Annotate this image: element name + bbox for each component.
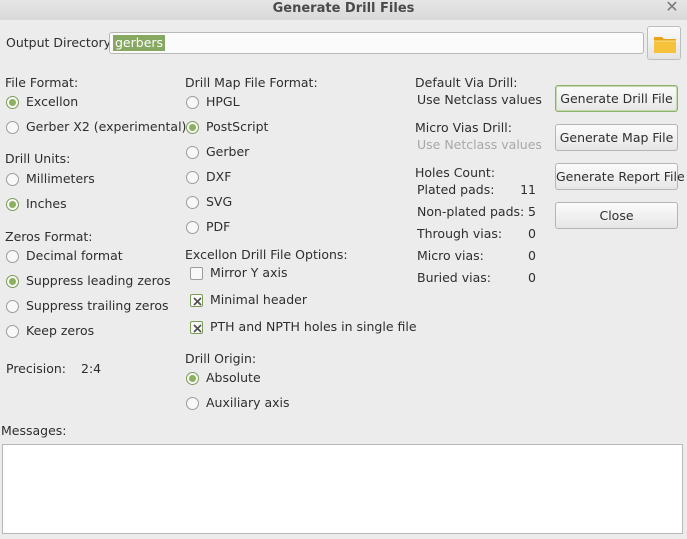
title-bar[interactable]: Generate Drill Files ✕ [0, 0, 687, 20]
output-directory-label: Output Directory: [6, 35, 115, 50]
output-directory-value[interactable]: gerbers [113, 35, 166, 51]
checkbox-single-file-label: PTH and NPTH holes in single file [210, 319, 417, 334]
micro-vias-drill-label: Micro Vias Drill: [415, 120, 512, 135]
micro-vias-label: Micro vias: [417, 248, 484, 263]
plated-pads-count: 11 [520, 182, 536, 197]
radio-dxf-label: DXF [206, 169, 232, 184]
folder-icon [654, 37, 676, 53]
excellon-options-label: Excellon Drill File Options: [185, 247, 348, 262]
radio-inches-label: Inches [26, 196, 67, 211]
generate-report-file-button[interactable]: Generate Report File [555, 163, 685, 190]
check-mark-icon [193, 297, 202, 306]
messages-textarea[interactable] [2, 444, 683, 534]
radio-gerber-x2-label: Gerber X2 (experimental) [26, 119, 187, 134]
through-vias-label: Through vias: [417, 226, 503, 241]
buried-vias-label: Buried vias: [417, 270, 491, 285]
precision-value: 2:4 [81, 361, 102, 376]
generate-map-file-button[interactable]: Generate Map File [555, 124, 678, 151]
radio-keep-zeros-label: Keep zeros [26, 323, 95, 338]
radio-excellon-label: Excellon [26, 94, 79, 109]
plated-pads-label: Plated pads: [417, 182, 495, 197]
radio-postscript-label: PostScript [206, 119, 269, 134]
close-icon[interactable]: ✕ [665, 0, 679, 17]
radio-svg-label: SVG [206, 194, 233, 209]
micro-vias-drill-value: Use Netclass values [417, 137, 542, 152]
radio-auxiliary-axis-label: Auxiliary axis [206, 395, 290, 410]
radio-suppress-trailing-zeros-label: Suppress trailing zeros [26, 298, 169, 313]
zeros-format-label: Zeros Format: [5, 229, 93, 244]
radio-millimeters-label: Millimeters [26, 171, 95, 186]
generate-drill-file-button[interactable]: Generate Drill File [555, 85, 678, 112]
close-button[interactable]: Close [555, 202, 678, 229]
checkbox-mirror-y-axis-label: Mirror Y axis [210, 265, 288, 280]
check-mark-icon [193, 324, 202, 333]
radio-hpgl-label: HPGL [206, 94, 240, 109]
radio-pdf-label: PDF [206, 219, 231, 234]
drill-units-label: Drill Units: [5, 151, 71, 166]
micro-vias-count: 0 [528, 248, 536, 263]
generate-drill-files-dialog: Generate Drill Files ✕ Output Directory:… [0, 0, 687, 539]
drill-origin-label: Drill Origin: [185, 351, 257, 366]
radio-decimal-format-label: Decimal format [26, 248, 123, 263]
radio-gerber-label: Gerber [206, 144, 250, 159]
buried-vias-count: 0 [528, 270, 536, 285]
radio-absolute-label: Absolute [206, 370, 261, 385]
radio-suppress-leading-zeros-label: Suppress leading zeros [26, 273, 171, 288]
output-directory-input[interactable]: gerbers [109, 32, 644, 54]
browse-folder-button[interactable] [647, 26, 681, 60]
drill-map-format-label: Drill Map File Format: [185, 75, 318, 90]
checkbox-minimal-header-label: Minimal header [210, 292, 307, 307]
default-via-drill-value: Use Netclass values [417, 92, 542, 107]
precision-label: Precision: [6, 361, 66, 376]
file-format-label: File Format: [5, 75, 79, 90]
messages-label: Messages: [1, 423, 67, 438]
through-vias-count: 0 [528, 226, 536, 241]
non-plated-pads-count: 5 [528, 204, 536, 219]
dialog-title: Generate Drill Files [272, 1, 415, 16]
holes-count-label: Holes Count: [415, 165, 496, 180]
default-via-drill-label: Default Via Drill: [415, 75, 518, 90]
